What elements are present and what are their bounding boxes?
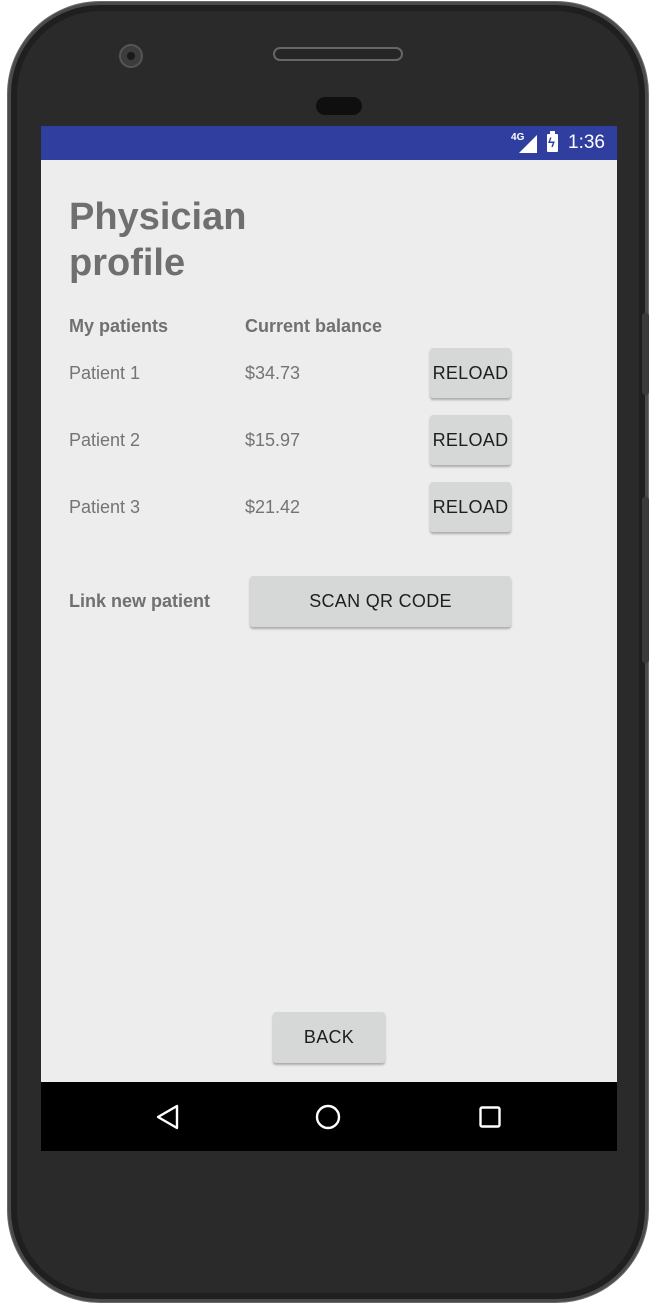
status-icons: 4G ϟ 1:36 [511,126,605,160]
battery-charging-icon: ϟ [547,131,559,152]
cell-signal-icon: 4G [511,132,538,153]
reload-button-patient-3[interactable]: RELOAD [430,482,511,532]
header-my-patients: My patients [69,316,169,336]
page-title: Physician profile [69,196,247,284]
reload-button-patient-2[interactable]: RELOAD [430,415,511,465]
nav-back-icon[interactable] [133,1082,203,1151]
patient-balance: $15.97 [245,430,301,450]
nav-recents-icon[interactable] [455,1082,525,1151]
volume-button [642,497,649,663]
status-time: 1:36 [568,132,605,153]
link-new-patient-label: Link new patient [69,591,211,611]
power-button [642,313,649,395]
patient-balance: $21.42 [245,497,301,517]
patient-balance: $34.73 [245,363,301,383]
header-current-balance: Current balance [245,316,383,336]
back-button[interactable]: BACK [273,1012,385,1063]
earpiece-speaker [273,47,403,61]
proximity-sensor [316,97,362,115]
app-screen: 4G ϟ 1:36 Physician profile My patients … [41,126,617,1151]
patient-name: Patient 1 [69,363,141,383]
patient-name: Patient 3 [69,497,141,517]
status-bar: 4G ϟ 1:36 [41,126,617,160]
reload-button-patient-1[interactable]: RELOAD [430,348,511,398]
navigation-bar [41,1082,617,1151]
front-camera [119,44,143,68]
patient-name: Patient 2 [69,430,141,450]
nav-home-icon[interactable] [293,1082,363,1151]
scan-qr-code-button[interactable]: SCAN QR CODE [250,576,511,627]
